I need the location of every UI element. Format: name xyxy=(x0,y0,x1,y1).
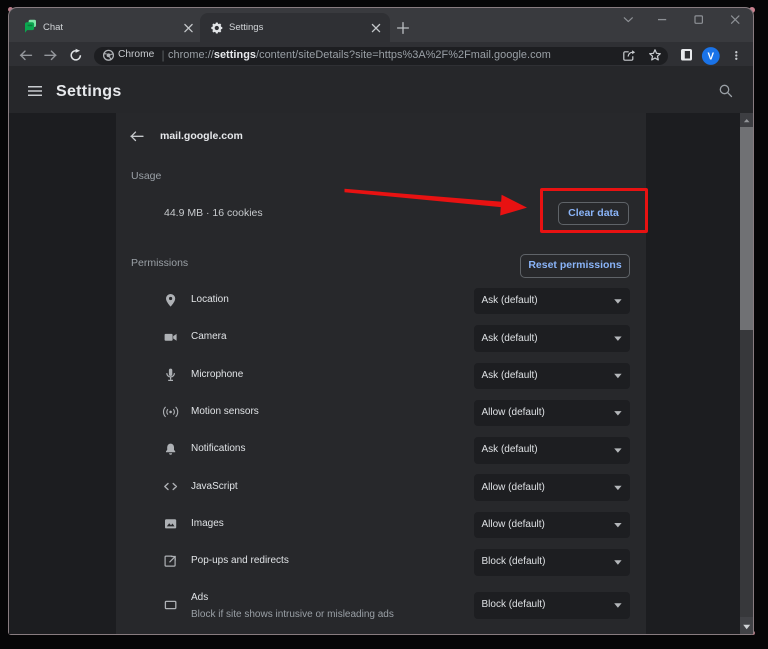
svg-text:V: V xyxy=(708,52,715,63)
